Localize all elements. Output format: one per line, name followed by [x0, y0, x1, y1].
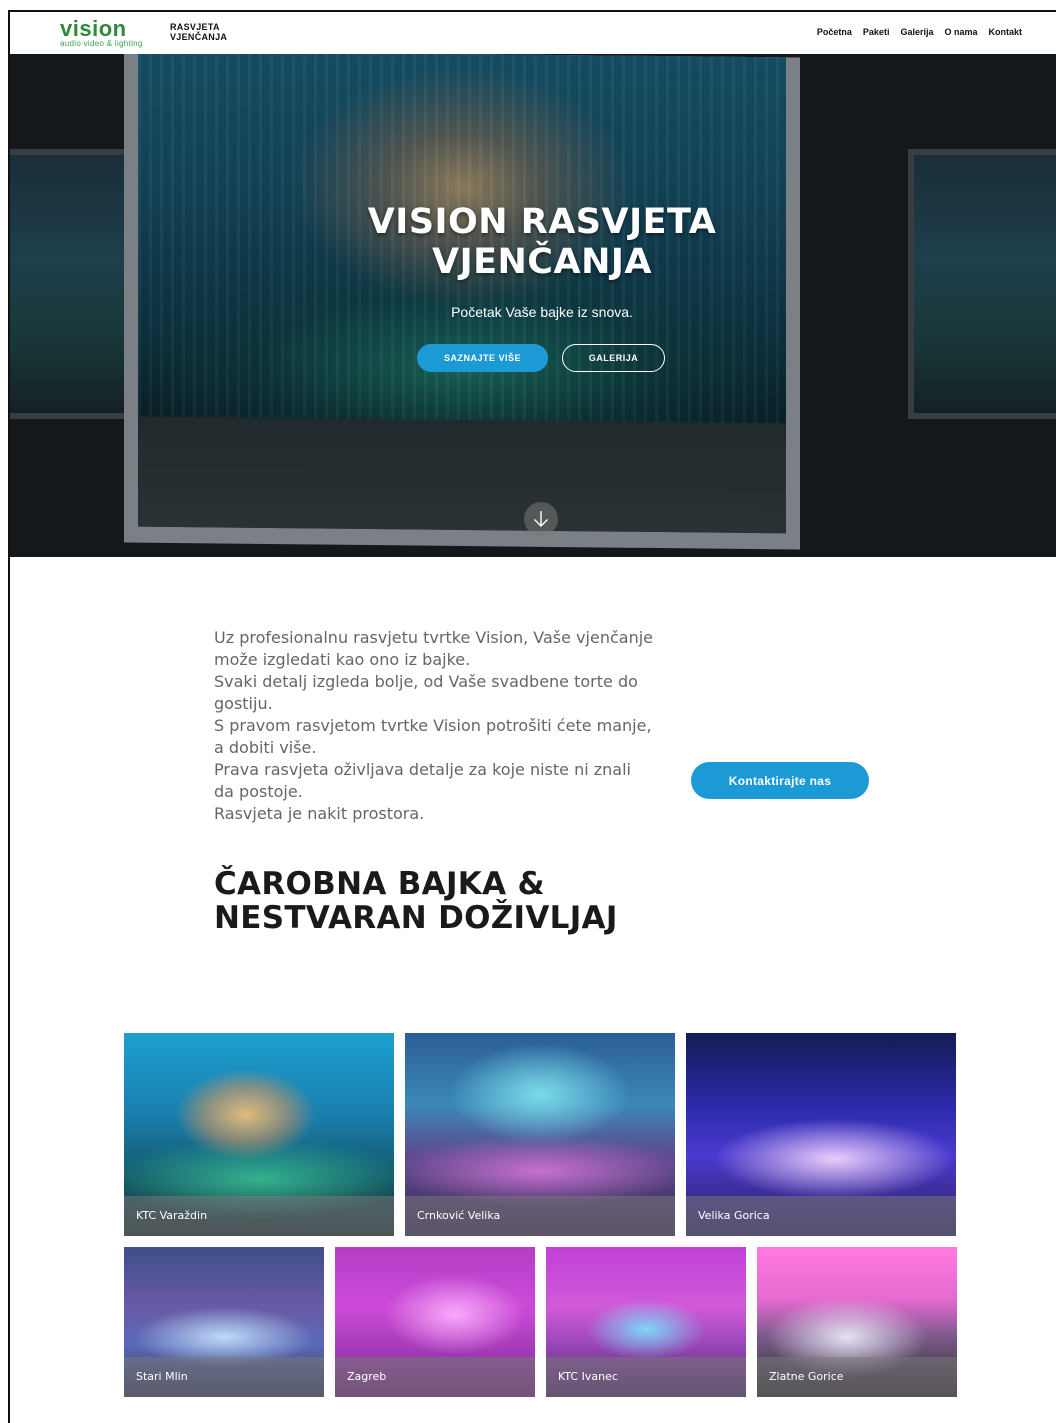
hero-photo	[138, 54, 786, 534]
section-title: ČAROBNA BAJKA & NESTVARAN DOŽIVLJAJ	[214, 867, 814, 935]
saznajte-vise-button[interactable]: SAZNAJTE VIŠE	[417, 344, 548, 372]
hero-side-photo-left	[10, 149, 130, 419]
brand-line-2: VJENČANJA	[170, 32, 228, 42]
arrow-down-icon	[534, 511, 548, 527]
gallery-tile-stari-mlin[interactable]: Stari Mlin	[124, 1247, 324, 1397]
intro-line-3: S pravom rasvjetom tvrtke Vision potroši…	[214, 716, 652, 757]
kontaktirajte-nas-button[interactable]: Kontaktirajte nas	[691, 762, 869, 799]
gallery-tile-zlatne-gorice[interactable]: Zlatne Gorice	[757, 1247, 957, 1397]
gallery-tile-ktc-ivanec[interactable]: KTC Ivanec	[546, 1247, 746, 1397]
intro-text: Uz profesionalnu rasvjetu tvrtke Vision,…	[214, 627, 654, 825]
nav-link-o-nama[interactable]: O nama	[944, 27, 977, 37]
gallery-tile-velika-gorica[interactable]: Velika Gorica	[686, 1033, 956, 1236]
hero-title-line-1: VISION RASVJETA	[367, 202, 717, 242]
page-frame: vision audio video & lighting RASVJETA V…	[8, 10, 1056, 1423]
nav-link-kontakt[interactable]: Kontakt	[989, 27, 1023, 37]
galerija-button[interactable]: GALERIJA	[562, 344, 665, 372]
brand-line-1: RASVJETA	[170, 22, 220, 32]
hero-section: VISION RASVJETA VJENČANJA Početak Vaše b…	[10, 54, 1056, 557]
nav-link-galerija[interactable]: Galerija	[900, 27, 933, 37]
intro-line-4: Prava rasvjeta oživljava detalje za koje…	[214, 760, 631, 801]
gallery-label: Stari Mlin	[136, 1370, 188, 1383]
main-nav: Početna Paketi Galerija O nama Kontakt	[817, 27, 1022, 37]
nav-link-pocetna[interactable]: Početna	[817, 27, 852, 37]
gallery-tile-ktc-varazdin[interactable]: KTC Varaždin	[124, 1033, 394, 1236]
nav-link-paketi[interactable]: Paketi	[863, 27, 890, 37]
gallery-label: KTC Ivanec	[558, 1370, 618, 1383]
navbar: vision audio video & lighting RASVJETA V…	[10, 12, 1056, 54]
intro-line-1: Uz profesionalnu rasvjetu tvrtke Vision,…	[214, 628, 653, 669]
section-title-line-2: NESTVARAN DOŽIVLJAJ	[214, 900, 618, 936]
logo-tagline: audio video & lighting	[60, 39, 143, 48]
hero-side-photo-right	[908, 149, 1056, 419]
gallery-tile-zagreb[interactable]: Zagreb	[335, 1247, 535, 1397]
brand-text: RASVJETA VJENČANJA	[170, 22, 227, 42]
hero-title: VISION RASVJETA VJENČANJA	[10, 202, 1056, 282]
intro-line-2: Svaki detalj izgleda bolje, od Vaše svad…	[214, 672, 638, 713]
gallery-tile-crnkovic-velika[interactable]: Crnković Velika	[405, 1033, 675, 1236]
gallery-label: Zagreb	[347, 1370, 387, 1383]
logo-wordmark: vision	[60, 16, 127, 41]
hero-title-line-2: VJENČANJA	[432, 242, 652, 282]
intro-line-5: Rasvjeta je nakit prostora.	[214, 804, 425, 823]
scroll-down-button[interactable]	[524, 502, 558, 536]
gallery-label: Velika Gorica	[698, 1209, 770, 1222]
hero-overlay	[138, 54, 786, 534]
gallery-label: KTC Varaždin	[136, 1209, 208, 1222]
vision-logo[interactable]: vision audio video & lighting	[60, 16, 160, 49]
hero-subtitle: Početak Vaše bajke iz snova.	[451, 304, 633, 320]
hero-photo-frame	[124, 54, 800, 550]
section-title-line-1: ČAROBNA BAJKA &	[214, 866, 545, 902]
gallery-label: Crnković Velika	[417, 1209, 501, 1222]
gallery-label: Zlatne Gorice	[769, 1370, 844, 1383]
